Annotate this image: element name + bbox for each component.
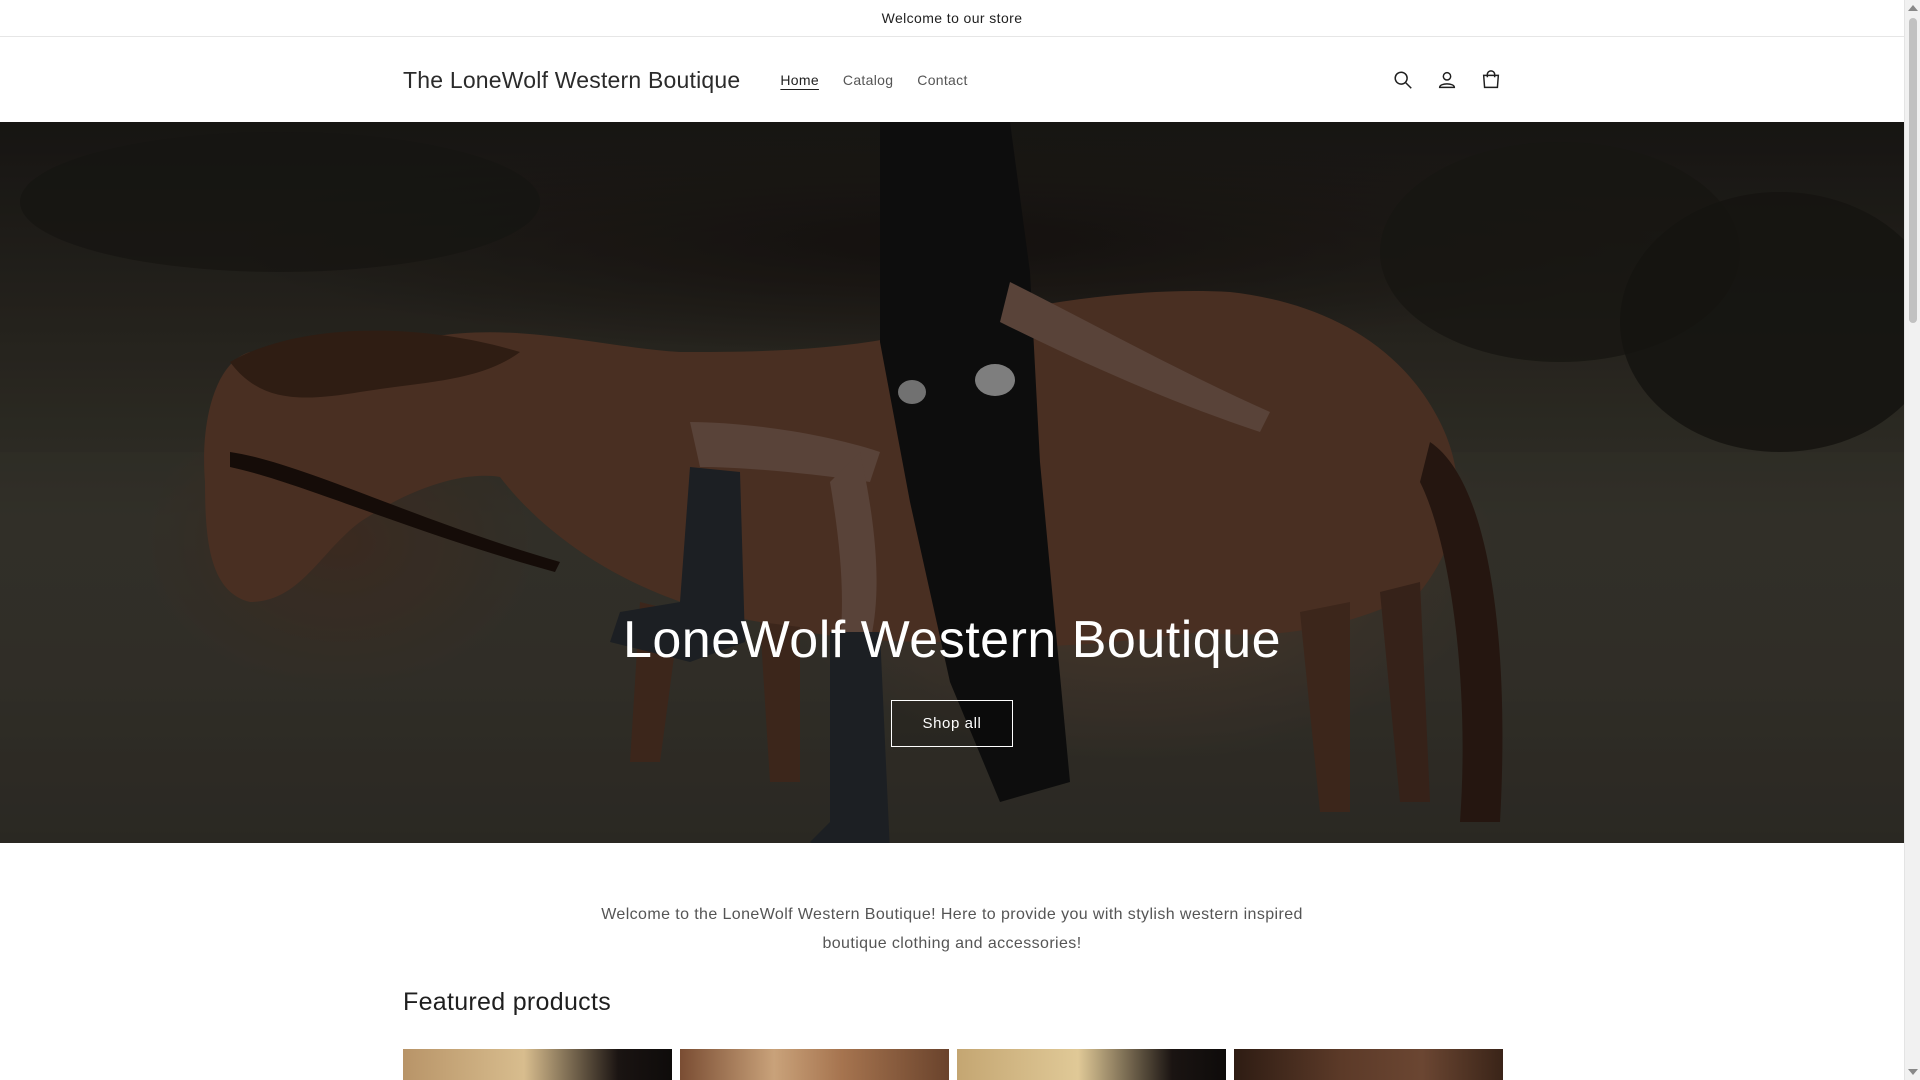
hero-title: LoneWolf Western Boutique <box>622 611 1282 669</box>
featured-products-title: Featured products <box>403 988 611 1016</box>
product-image <box>957 1049 1226 1080</box>
shop-all-button[interactable]: Shop all <box>891 700 1013 747</box>
search-icon[interactable] <box>1391 68 1415 92</box>
site-header: The LoneWolf Western Boutique Home Catal… <box>0 38 1904 122</box>
scroll-down-arrow[interactable] <box>1908 1069 1918 1075</box>
scroll-thumb[interactable] <box>1909 18 1917 323</box>
announcement-bar: Welcome to our store <box>0 0 1904 37</box>
product-image <box>403 1049 672 1080</box>
nav-catalog[interactable]: Catalog <box>843 72 893 88</box>
featured-products-grid <box>403 1049 1503 1080</box>
product-card[interactable] <box>680 1049 949 1080</box>
scroll-up-arrow[interactable] <box>1908 5 1918 11</box>
product-image <box>680 1049 949 1080</box>
account-icon[interactable] <box>1435 68 1459 92</box>
cart-icon[interactable] <box>1479 68 1503 92</box>
hero-content: LoneWolf Western Boutique Shop all <box>0 610 1904 747</box>
main-nav: Home Catalog Contact <box>780 72 967 88</box>
page: Welcome to our store The LoneWolf Wester… <box>0 0 1920 1080</box>
intro-section: Welcome to the LoneWolf Western Boutique… <box>0 900 1904 958</box>
product-card[interactable] <box>957 1049 1226 1080</box>
intro-text: Welcome to the LoneWolf Western Boutique… <box>601 906 1303 952</box>
product-card[interactable] <box>1234 1049 1503 1080</box>
hero-banner: LoneWolf Western Boutique Shop all <box>0 122 1904 843</box>
product-image <box>1234 1049 1503 1080</box>
nav-contact[interactable]: Contact <box>917 72 967 88</box>
announcement-text: Welcome to our store <box>881 10 1023 26</box>
page-scrollbar[interactable] <box>1904 0 1920 1080</box>
nav-home[interactable]: Home <box>780 72 819 88</box>
product-card[interactable] <box>403 1049 672 1080</box>
store-logo[interactable]: The LoneWolf Western Boutique <box>403 67 740 94</box>
header-icons <box>1391 68 1503 92</box>
